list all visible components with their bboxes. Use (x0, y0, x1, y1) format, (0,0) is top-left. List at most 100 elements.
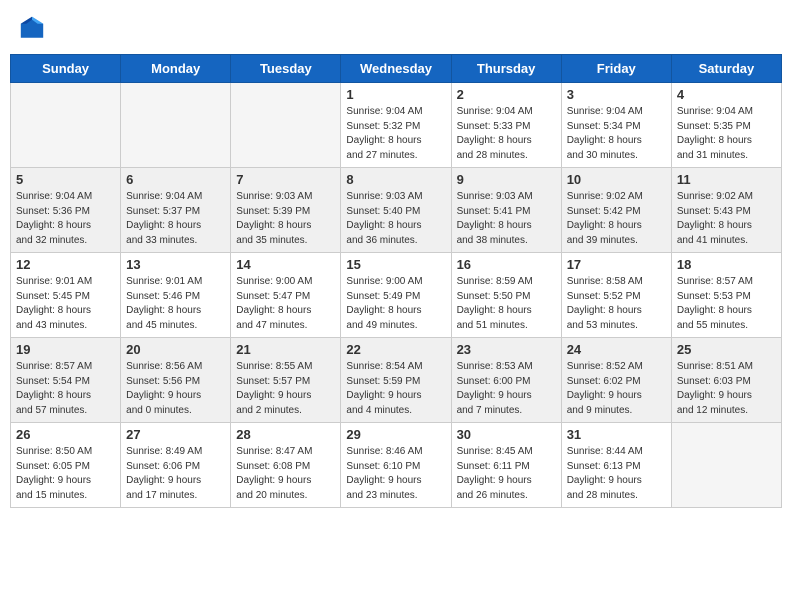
calendar-cell (11, 83, 121, 168)
day-number: 9 (457, 172, 556, 187)
calendar-week-5: 26 Sunrise: 8:50 AM Sunset: 6:05 PM Dayli… (11, 423, 782, 508)
day-info: Sunrise: 9:04 AM Sunset: 5:37 PM Dayligh… (126, 190, 225, 248)
day-info: Sunrise: 8:47 AM Sunset: 6:08 PM Dayligh… (236, 445, 335, 503)
day-info: Sunrise: 8:54 AM Sunset: 5:59 PM Dayligh… (346, 360, 445, 418)
day-info: Sunrise: 8:45 AM Sunset: 6:11 PM Dayligh… (457, 445, 556, 503)
day-number: 20 (126, 342, 225, 357)
day-number: 21 (236, 342, 335, 357)
day-number: 23 (457, 342, 556, 357)
day-info: Sunrise: 9:03 AM Sunset: 5:41 PM Dayligh… (457, 190, 556, 248)
calendar-cell: 16Sunrise: 8:59 AM Sunset: 5:50 PM Dayli… (451, 253, 561, 338)
day-info: Sunrise: 9:03 AM Sunset: 5:39 PM Dayligh… (236, 190, 335, 248)
day-number: 29 (346, 427, 445, 442)
day-number: 7 (236, 172, 335, 187)
calendar-cell: 1 Sunrise: 9:04 AM Sunset: 5:32 PM Daylig… (341, 83, 451, 168)
day-info: Sunrise: 8:46 AM Sunset: 6:10 PM Dayligh… (346, 445, 445, 503)
calendar-cell: 17 Sunrise: 8:58 AM Sunset: 5:52 PM Dayli… (561, 253, 671, 338)
weekday-friday: Friday (561, 55, 671, 83)
calendar-cell: 31Sunrise: 8:44 AM Sunset: 6:13 PM Dayli… (561, 423, 671, 508)
day-info: Sunrise: 9:04 AM Sunset: 5:32 PM Dayligh… (346, 105, 445, 163)
day-number: 28 (236, 427, 335, 442)
day-number: 13 (126, 257, 225, 272)
weekday-thursday: Thursday (451, 55, 561, 83)
day-info: Sunrise: 8:57 AM Sunset: 5:54 PM Dayligh… (16, 360, 115, 418)
calendar-cell: 19 Sunrise: 8:57 AM Sunset: 5:54 PM Dayli… (11, 338, 121, 423)
calendar-cell: 12 Sunrise: 9:01 AM Sunset: 5:45 PM Dayli… (11, 253, 121, 338)
day-number: 16 (457, 257, 556, 272)
day-info: Sunrise: 9:02 AM Sunset: 5:43 PM Dayligh… (677, 190, 776, 248)
day-info: Sunrise: 9:01 AM Sunset: 5:45 PM Dayligh… (16, 275, 115, 333)
day-number: 30 (457, 427, 556, 442)
calendar-cell: 24 Sunrise: 8:52 AM Sunset: 6:02 PM Dayli… (561, 338, 671, 423)
weekday-tuesday: Tuesday (231, 55, 341, 83)
calendar-week-4: 19 Sunrise: 8:57 AM Sunset: 5:54 PM Dayli… (11, 338, 782, 423)
logo-icon (18, 14, 46, 42)
calendar-cell: 14 Sunrise: 9:00 AM Sunset: 5:47 PM Dayli… (231, 253, 341, 338)
calendar-week-1: 1 Sunrise: 9:04 AM Sunset: 5:32 PM Daylig… (11, 83, 782, 168)
day-info: Sunrise: 8:56 AM Sunset: 5:56 PM Dayligh… (126, 360, 225, 418)
calendar-cell: 13Sunrise: 9:01 AM Sunset: 5:46 PM Dayli… (121, 253, 231, 338)
calendar-cell: 8 Sunrise: 9:03 AM Sunset: 5:40 PM Daylig… (341, 168, 451, 253)
day-info: Sunrise: 8:52 AM Sunset: 6:02 PM Dayligh… (567, 360, 666, 418)
weekday-sunday: Sunday (11, 55, 121, 83)
calendar-cell: 9 Sunrise: 9:03 AM Sunset: 5:41 PM Daylig… (451, 168, 561, 253)
day-number: 24 (567, 342, 666, 357)
calendar-cell: 2 Sunrise: 9:04 AM Sunset: 5:33 PM Daylig… (451, 83, 561, 168)
logo (18, 14, 50, 42)
calendar-week-2: 5 Sunrise: 9:04 AM Sunset: 5:36 PM Daylig… (11, 168, 782, 253)
day-number: 27 (126, 427, 225, 442)
calendar-cell: 27 Sunrise: 8:49 AM Sunset: 6:06 PM Dayli… (121, 423, 231, 508)
day-number: 15 (346, 257, 445, 272)
day-number: 8 (346, 172, 445, 187)
day-info: Sunrise: 9:02 AM Sunset: 5:42 PM Dayligh… (567, 190, 666, 248)
day-info: Sunrise: 8:58 AM Sunset: 5:52 PM Dayligh… (567, 275, 666, 333)
day-number: 22 (346, 342, 445, 357)
day-number: 6 (126, 172, 225, 187)
weekday-header-row: SundayMondayTuesdayWednesdayThursdayFrid… (11, 55, 782, 83)
page-header (10, 10, 782, 46)
calendar-cell: 6 Sunrise: 9:04 AM Sunset: 5:37 PM Daylig… (121, 168, 231, 253)
day-info: Sunrise: 8:53 AM Sunset: 6:00 PM Dayligh… (457, 360, 556, 418)
day-info: Sunrise: 9:03 AM Sunset: 5:40 PM Dayligh… (346, 190, 445, 248)
day-info: Sunrise: 8:49 AM Sunset: 6:06 PM Dayligh… (126, 445, 225, 503)
calendar-cell (121, 83, 231, 168)
calendar-cell: 22 Sunrise: 8:54 AM Sunset: 5:59 PM Dayli… (341, 338, 451, 423)
day-info: Sunrise: 8:51 AM Sunset: 6:03 PM Dayligh… (677, 360, 776, 418)
day-info: Sunrise: 9:00 AM Sunset: 5:49 PM Dayligh… (346, 275, 445, 333)
day-info: Sunrise: 9:04 AM Sunset: 5:36 PM Dayligh… (16, 190, 115, 248)
day-info: Sunrise: 8:50 AM Sunset: 6:05 PM Dayligh… (16, 445, 115, 503)
day-number: 17 (567, 257, 666, 272)
calendar-cell: 25 Sunrise: 8:51 AM Sunset: 6:03 PM Dayli… (671, 338, 781, 423)
day-number: 14 (236, 257, 335, 272)
day-info: Sunrise: 9:04 AM Sunset: 5:35 PM Dayligh… (677, 105, 776, 163)
day-info: Sunrise: 9:04 AM Sunset: 5:34 PM Dayligh… (567, 105, 666, 163)
day-number: 1 (346, 87, 445, 102)
calendar-cell: 26 Sunrise: 8:50 AM Sunset: 6:05 PM Dayli… (11, 423, 121, 508)
calendar-cell (671, 423, 781, 508)
calendar-cell: 20 Sunrise: 8:56 AM Sunset: 5:56 PM Dayli… (121, 338, 231, 423)
calendar-cell: 29 Sunrise: 8:46 AM Sunset: 6:10 PM Dayli… (341, 423, 451, 508)
calendar-cell: 15 Sunrise: 9:00 AM Sunset: 5:49 PM Dayli… (341, 253, 451, 338)
calendar-cell (231, 83, 341, 168)
day-info: Sunrise: 8:44 AM Sunset: 6:13 PM Dayligh… (567, 445, 666, 503)
day-number: 19 (16, 342, 115, 357)
calendar-cell: 7 Sunrise: 9:03 AM Sunset: 5:39 PM Daylig… (231, 168, 341, 253)
day-info: Sunrise: 9:00 AM Sunset: 5:47 PM Dayligh… (236, 275, 335, 333)
day-number: 26 (16, 427, 115, 442)
calendar-cell: 18Sunrise: 8:57 AM Sunset: 5:53 PM Dayli… (671, 253, 781, 338)
day-number: 25 (677, 342, 776, 357)
calendar-week-3: 12 Sunrise: 9:01 AM Sunset: 5:45 PM Dayli… (11, 253, 782, 338)
day-number: 4 (677, 87, 776, 102)
day-number: 2 (457, 87, 556, 102)
calendar-cell: 30 Sunrise: 8:45 AM Sunset: 6:11 PM Dayli… (451, 423, 561, 508)
day-info: Sunrise: 9:04 AM Sunset: 5:33 PM Dayligh… (457, 105, 556, 163)
day-number: 10 (567, 172, 666, 187)
calendar-cell: 5 Sunrise: 9:04 AM Sunset: 5:36 PM Daylig… (11, 168, 121, 253)
calendar-cell: 3 Sunrise: 9:04 AM Sunset: 5:34 PM Daylig… (561, 83, 671, 168)
day-number: 18 (677, 257, 776, 272)
day-number: 3 (567, 87, 666, 102)
calendar-cell: 23 Sunrise: 8:53 AM Sunset: 6:00 PM Dayli… (451, 338, 561, 423)
day-number: 5 (16, 172, 115, 187)
day-number: 12 (16, 257, 115, 272)
day-info: Sunrise: 8:55 AM Sunset: 5:57 PM Dayligh… (236, 360, 335, 418)
